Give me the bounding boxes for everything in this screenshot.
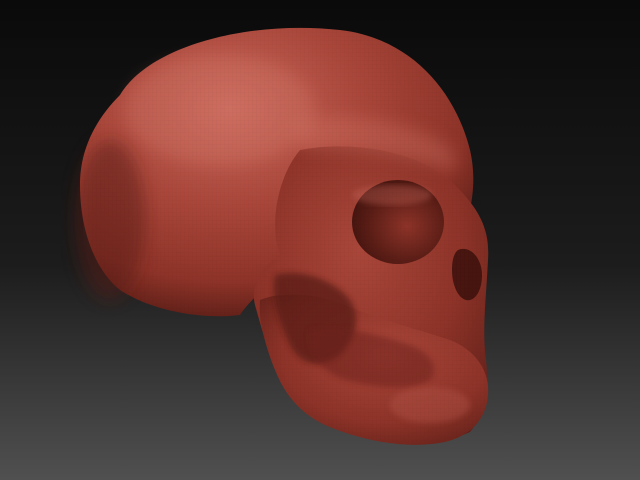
sculpt-viewport[interactable] (0, 0, 640, 480)
viewport-canvas[interactable] (0, 0, 640, 480)
